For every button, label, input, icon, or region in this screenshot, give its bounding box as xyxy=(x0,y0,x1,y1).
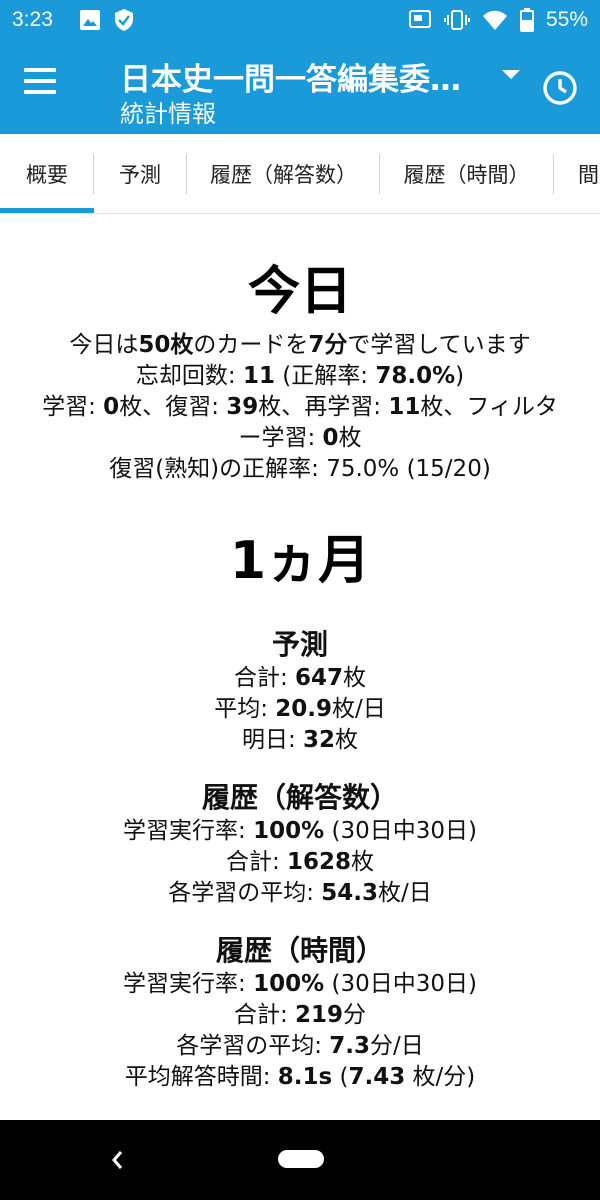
back-icon xyxy=(112,1151,123,1169)
status-bar-left: 3:23 xyxy=(12,8,135,32)
battery-icon xyxy=(519,8,534,32)
status-time: 3:23 xyxy=(12,8,53,31)
stats-overview-content[interactable]: 今日 今日は50枚のカードを7分で学習しています 忘却回数: 11 (正解率: … xyxy=(0,214,600,1120)
wifi-icon xyxy=(482,10,507,30)
history-time-total-line: 合計: 219分 xyxy=(233,1002,367,1028)
today-filter-line: ー学習: 0枚 xyxy=(238,425,362,451)
today-summary-line: 今日は50枚のカードを7分で学習しています xyxy=(69,332,531,358)
today-breakdown-line: 学習: 0枚、復習: 39枚、再学習: 11枚、フィルタ xyxy=(42,394,558,420)
history-time-section-title: 履歴（時間） xyxy=(215,934,384,967)
shield-icon xyxy=(114,9,133,31)
history-count-total-line: 合計: 1628枚 xyxy=(225,849,375,875)
history-time-answer-time-line: 平均解答時間: 8.1s (7.43 枚/分) xyxy=(124,1064,476,1090)
forecast-tomorrow-line: 明日: 32枚 xyxy=(241,727,359,753)
time-range-button[interactable] xyxy=(540,68,580,108)
tab-overview[interactable]: 概要 xyxy=(0,134,94,213)
history-count-rate-line: 学習実行率: 100% (30日中30日) xyxy=(123,818,477,844)
history-time-rate-line: 学習実行率: 100% (30日中30日) xyxy=(123,971,477,997)
system-navigation-bar xyxy=(0,1120,600,1200)
forecast-section-title: 予測 xyxy=(271,628,328,661)
back-button[interactable] xyxy=(104,1146,132,1174)
cast-icon xyxy=(408,10,431,28)
deck-title[interactable]: 日本史一問一答編集委… xyxy=(120,54,492,99)
menu-button[interactable] xyxy=(24,68,64,108)
menu-icon xyxy=(24,68,64,94)
status-bar-right: 55% xyxy=(408,8,588,32)
history-count-average-line: 各学習の平均: 54.3枚/日 xyxy=(168,880,432,906)
image-icon xyxy=(79,10,100,30)
tab-forecast[interactable]: 予測 xyxy=(94,134,186,213)
history-count-section-title: 履歴（解答数） xyxy=(201,781,398,814)
home-pill-icon[interactable] xyxy=(278,1150,324,1168)
forecast-total-line: 合計: 647枚 xyxy=(233,665,367,691)
month-heading: 1ヵ月 xyxy=(229,531,371,591)
deck-dropdown-arrow-icon[interactable] xyxy=(502,70,520,79)
battery-percentage: 55% xyxy=(545,8,588,31)
history-time-average-line: 各学習の平均: 7.3分/日 xyxy=(176,1033,424,1059)
vibrate-icon xyxy=(443,10,470,30)
today-lapses-line: 忘却回数: 11 (正解率: 78.0%) xyxy=(135,363,465,389)
tab-intervals[interactable]: 間 xyxy=(554,134,600,213)
today-heading: 今日 xyxy=(247,262,352,322)
today-mature-accuracy-line: 復習(熟知)の正解率: 75.0% (15/20) xyxy=(109,456,491,482)
screen-subtitle: 統計情報 xyxy=(120,100,216,128)
status-bar: 3:23 55% xyxy=(0,0,600,40)
clock-icon xyxy=(543,71,577,105)
tab-history-count[interactable]: 履歴（解答数） xyxy=(187,134,380,213)
tab-history-time[interactable]: 履歴（時間） xyxy=(380,134,553,213)
tab-bar: 概要 予測 履歴（解答数） 履歴（時間） 間 xyxy=(0,134,600,214)
app-bar: 日本史一問一答編集委… 統計情報 xyxy=(0,40,600,134)
forecast-average-line: 平均: 20.9枚/日 xyxy=(214,696,386,722)
